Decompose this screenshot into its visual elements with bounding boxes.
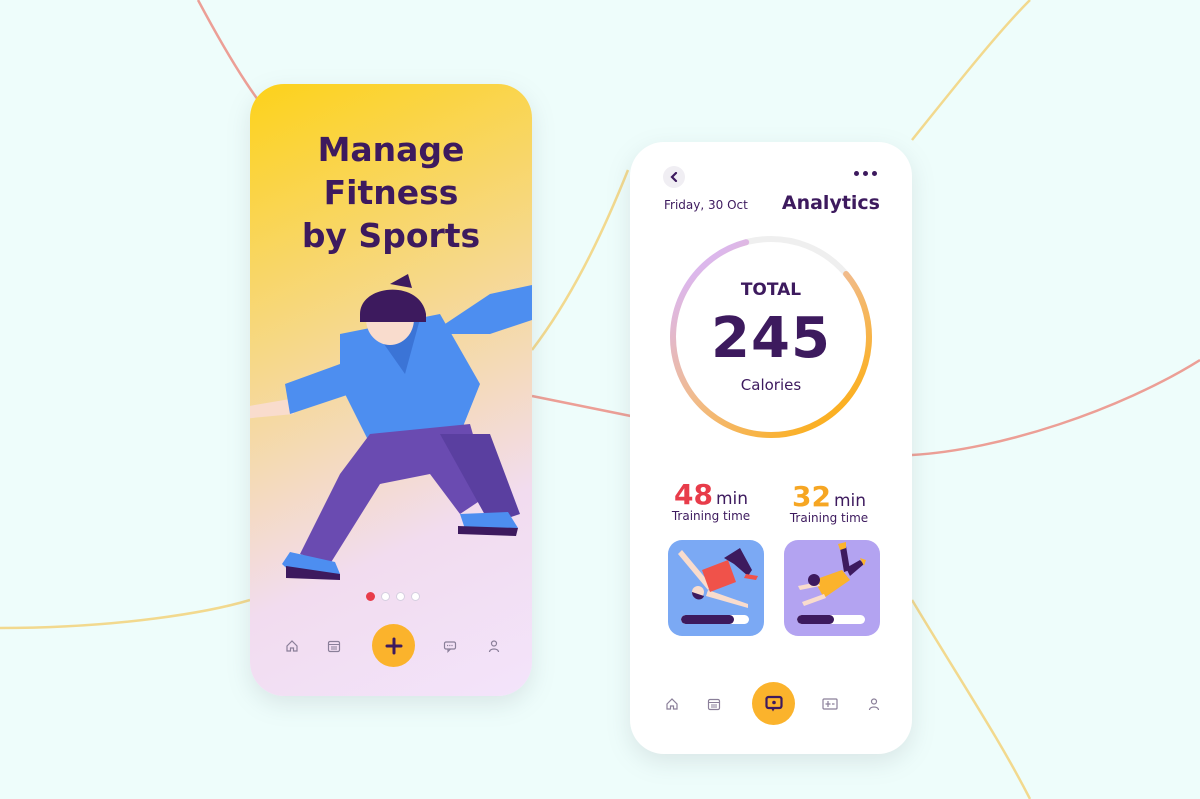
workout-card[interactable] <box>668 540 764 636</box>
page-title: Analytics <box>781 192 880 214</box>
nav-profile[interactable] <box>484 636 504 656</box>
headline-line: Fitness <box>323 173 459 212</box>
add-button[interactable] <box>372 624 415 667</box>
headline-line: Manage <box>317 130 465 169</box>
message-icon <box>764 695 783 711</box>
messages-button[interactable] <box>752 682 795 725</box>
nav-chat[interactable] <box>440 636 460 656</box>
more-horizontal-icon <box>854 170 859 176</box>
hero-illustration <box>250 274 532 580</box>
nav-stats[interactable] <box>820 694 840 714</box>
chevron-left-icon <box>670 172 678 182</box>
workout-illustration <box>798 542 866 606</box>
calories-unit: Calories <box>740 376 802 394</box>
stats-board-icon <box>822 698 838 710</box>
chat-icon <box>443 641 457 653</box>
total-calories-value: 245 <box>711 306 831 371</box>
nav-profile[interactable] <box>864 694 884 714</box>
calendar-icon <box>327 640 341 653</box>
back-button[interactable] <box>663 166 685 188</box>
pager-dot[interactable] <box>381 592 390 601</box>
bottom-nav <box>630 682 912 726</box>
workout-card[interactable] <box>784 540 880 636</box>
stat-value: 48 <box>673 478 713 511</box>
background-curves <box>0 0 1200 799</box>
stat-label: Training time <box>671 509 751 523</box>
total-label: TOTAL <box>740 280 802 300</box>
training-stat: 32 min Training time <box>774 480 884 525</box>
analytics-screen: Friday, 30 Oct Analytics TOTAL 245 Calor… <box>630 142 912 754</box>
workout-progress-bar <box>797 615 865 624</box>
pager-dot[interactable] <box>396 592 405 601</box>
onboarding-headline: Manage Fitness by Sports <box>250 128 532 257</box>
training-stat: 48 min Training time <box>656 478 766 523</box>
onboarding-screen: Manage Fitness by Sports <box>250 84 532 696</box>
pager-dot[interactable] <box>411 592 420 601</box>
nav-calendar[interactable] <box>704 694 724 714</box>
stat-label: Training time <box>789 511 869 525</box>
nav-home[interactable] <box>662 694 682 714</box>
workout-progress-bar <box>681 615 749 624</box>
bottom-nav <box>250 624 532 668</box>
home-icon <box>286 640 298 652</box>
date-label: Friday, 30 Oct <box>664 198 748 212</box>
more-button[interactable] <box>854 168 880 178</box>
profile-icon <box>488 640 500 653</box>
progress-fill <box>797 615 835 624</box>
stat-unit: min <box>715 489 749 509</box>
plus-icon <box>385 637 402 654</box>
headline-line: by Sports <box>301 216 481 255</box>
stat-unit: min <box>833 491 867 511</box>
pager-dots <box>366 592 420 601</box>
progress-fill <box>681 615 735 624</box>
pager-dot-active[interactable] <box>366 592 375 601</box>
nav-calendar[interactable] <box>324 636 344 656</box>
profile-icon <box>868 698 880 711</box>
stat-value: 32 <box>791 480 831 513</box>
home-icon <box>666 698 678 710</box>
workout-illustration <box>678 548 758 608</box>
nav-home[interactable] <box>282 636 302 656</box>
calendar-icon <box>707 698 721 711</box>
